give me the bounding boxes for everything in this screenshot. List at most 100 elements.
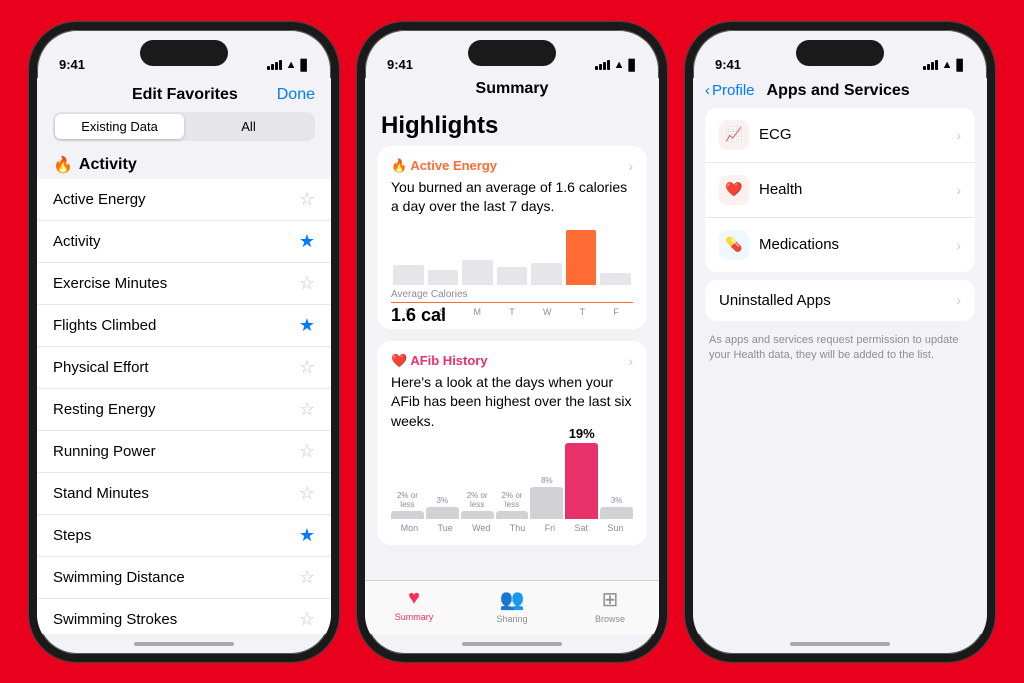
afib-chart: 2% orless 3% 2% orless 2% (391, 439, 633, 519)
bar-m (462, 260, 493, 285)
tab-sharing-label: Sharing (496, 614, 527, 624)
screen-3: ‹ Profile Apps and Services 📈 ECG › (693, 78, 987, 634)
apps-card: 📈 ECG › ❤️ Health › (705, 108, 975, 272)
afib-bar-fri: 8% (530, 477, 563, 520)
time-3: 9:41 (715, 57, 741, 72)
segment-existing[interactable]: Existing Data (55, 114, 184, 139)
tab-browse-label: Browse (595, 614, 625, 624)
status-icons-3: ▲ ▊ (923, 59, 965, 72)
battery-icon-2: ▊ (629, 59, 637, 72)
afib-x-labels: Mon Tue Wed Thu Fri Sat Sun (391, 523, 633, 533)
active-energy-title: 🔥 Active Energy (391, 158, 497, 174)
active-energy-card[interactable]: 🔥 Active Energy › You burned an average … (377, 146, 647, 329)
segment-all[interactable]: All (184, 114, 313, 139)
star-swim-strokes[interactable]: ☆ (299, 609, 315, 630)
list-item[interactable]: Swimming Distance ☆ (37, 557, 331, 599)
time-1: 9:41 (59, 57, 85, 72)
summary-scroll[interactable]: Highlights 🔥 Active Energy › You burned … (365, 104, 659, 580)
star-flights[interactable]: ★ (299, 315, 315, 336)
signal-icon-2 (595, 60, 610, 70)
health-row[interactable]: ❤️ Health › (705, 163, 975, 218)
bar-s2 (428, 270, 459, 285)
list-item[interactable]: Active Energy ☆ (37, 179, 331, 221)
back-button[interactable]: ‹ Profile (705, 82, 755, 99)
active-energy-desc: You burned an average of 1.6 calories a … (391, 178, 633, 217)
list-item[interactable]: Physical Effort ☆ (37, 347, 331, 389)
favorites-list[interactable]: Active Energy ☆ Activity ★ Exercise Minu… (37, 179, 331, 634)
chevron-health: › (956, 182, 961, 198)
dynamic-island-2 (468, 40, 556, 66)
list-item[interactable]: Swimming Strokes ☆ (37, 599, 331, 634)
bar-w (531, 263, 562, 285)
list-item[interactable]: Flights Climbed ★ (37, 305, 331, 347)
tab-sharing[interactable]: 👥 Sharing (463, 587, 561, 624)
phone-1: 9:41 ▲ ▊ Edit Favorites Done Existing Da… (29, 22, 339, 662)
tab-summary[interactable]: ♥ Summary (365, 587, 463, 624)
uninstalled-label: Uninstalled Apps (719, 292, 831, 309)
home-indicator-1 (37, 634, 331, 654)
category-activity-header: 🔥 Activity (37, 149, 331, 179)
star-steps[interactable]: ★ (299, 525, 315, 546)
ecg-row[interactable]: 📈 ECG › (705, 108, 975, 163)
tab-browse[interactable]: ⊞ Browse (561, 587, 659, 624)
afib-bar-tue: 3% (426, 497, 459, 520)
time-2: 9:41 (387, 57, 413, 72)
health-name: Health (759, 181, 802, 198)
star-activity[interactable]: ★ (299, 231, 315, 252)
tab-bar: ♥ Summary 👥 Sharing ⊞ Browse (365, 580, 659, 634)
summary-nav-title: Summary (365, 78, 659, 104)
afib-card[interactable]: ❤️ AFib History › Here's a look at the d… (377, 341, 647, 546)
list-item[interactable]: Exercise Minutes ☆ (37, 263, 331, 305)
segment-control: Existing Data All (53, 112, 315, 141)
avg-label: Average Calories (391, 289, 633, 300)
chevron-ecg: › (956, 127, 961, 143)
wifi-icon-2: ▲ (614, 59, 625, 71)
phone-3: 9:41 ▲ ▊ ‹ Profile Apps and Services (685, 22, 995, 662)
star-swim-dist[interactable]: ☆ (299, 567, 315, 588)
list-item[interactable]: Steps ★ (37, 515, 331, 557)
active-energy-chart: Average Calories 1.6 cal (391, 225, 633, 305)
list-item[interactable]: Stand Minutes ☆ (37, 473, 331, 515)
bar-t1 (497, 267, 528, 285)
health-icon: ❤️ (719, 175, 749, 205)
afib-title: ❤️ AFib History (391, 353, 488, 369)
done-button[interactable]: Done (277, 86, 315, 104)
afib-bar-sat: 19% (565, 427, 598, 519)
chevron-back-icon: ‹ (705, 82, 710, 99)
afib-bar-thu: 2% orless (496, 492, 529, 520)
tab-summary-label: Summary (395, 612, 434, 622)
sharing-tab-icon: 👥 (500, 587, 525, 612)
bar-s1 (393, 265, 424, 285)
star-running-power[interactable]: ☆ (299, 441, 315, 462)
apps-services-title: Apps and Services (767, 82, 910, 100)
dynamic-island-1 (140, 40, 228, 66)
list-item[interactable]: Activity ★ (37, 221, 331, 263)
chevron-active-energy: › (628, 158, 633, 174)
summary-tab-icon: ♥ (408, 587, 420, 610)
afib-bar-wed: 2% orless (461, 492, 494, 520)
star-active-energy[interactable]: ☆ (299, 189, 315, 210)
star-physical[interactable]: ☆ (299, 357, 315, 378)
list-item[interactable]: Resting Energy ☆ (37, 389, 331, 431)
afib-header: ❤️ AFib History › (391, 353, 633, 369)
avg-value: 1.6 cal (391, 305, 633, 326)
bar-chart-bars (391, 225, 633, 285)
nav-bar-1: Edit Favorites Done (37, 78, 331, 108)
meds-icon: 💊 (719, 230, 749, 260)
chevron-meds: › (956, 237, 961, 253)
afib-bar-mon: 2% orless (391, 492, 424, 520)
signal-icon (267, 60, 282, 70)
chevron-afib: › (628, 353, 633, 369)
afib-bar-sun: 3% (600, 497, 633, 520)
home-indicator-3 (693, 634, 987, 654)
battery-icon: ▊ (301, 59, 309, 72)
list-item[interactable]: Running Power ☆ (37, 431, 331, 473)
highlights-title: Highlights (377, 104, 647, 146)
home-indicator-2 (365, 634, 659, 654)
star-stand[interactable]: ☆ (299, 483, 315, 504)
star-resting[interactable]: ☆ (299, 399, 315, 420)
apps-footnote: As apps and services request permission … (705, 329, 975, 376)
star-exercise[interactable]: ☆ (299, 273, 315, 294)
medications-row[interactable]: 💊 Medications › (705, 218, 975, 272)
uninstalled-card[interactable]: Uninstalled Apps › (705, 280, 975, 321)
